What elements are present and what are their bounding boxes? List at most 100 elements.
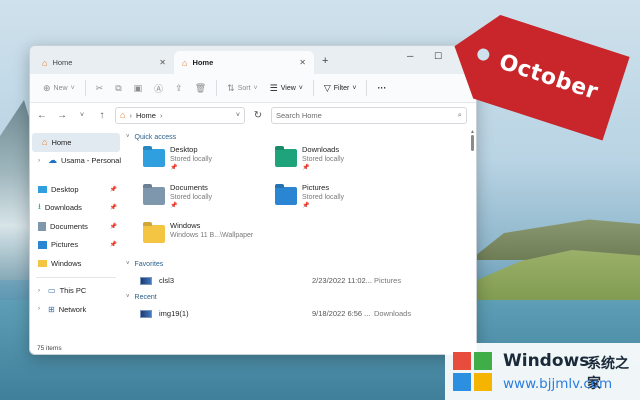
- chevron-down-icon[interactable]: ˅: [126, 294, 130, 300]
- sidebar-item-home[interactable]: ⌂ Home: [32, 133, 120, 152]
- windows-logo-icon: [453, 352, 493, 392]
- back-button[interactable]: ←: [35, 110, 49, 121]
- new-button[interactable]: ⊕ New ˅: [38, 78, 80, 98]
- breadcrumb-home[interactable]: Home: [136, 111, 156, 120]
- up-button[interactable]: ↑: [95, 110, 109, 121]
- chevron-down-icon: ˅: [253, 84, 258, 92]
- paste-button[interactable]: ▣: [129, 78, 148, 98]
- tab-label: Home: [52, 58, 73, 67]
- minimize-button[interactable]: ─: [407, 51, 413, 61]
- tag-hole: [476, 47, 491, 62]
- content-pane: ˅ Quick access Desktop Stored locally 📌 …: [122, 129, 476, 344]
- delete-button[interactable]: 🗑: [190, 78, 211, 98]
- pin-icon: 📌: [109, 186, 117, 193]
- file-row[interactable]: clsl3 2/23/2022 11:02... Pictures: [126, 272, 476, 289]
- home-icon: ⌂: [42, 137, 48, 148]
- plus-circle-icon: ⊕: [43, 82, 51, 93]
- image-thumbnail-icon: [140, 309, 152, 318]
- address-bar-row: ← → ˅ ↑ ⌂ › Home › ˅ ↻ Search Home ⌕: [30, 103, 476, 127]
- scissors-icon: ✂: [95, 82, 104, 93]
- pin-icon: 📌: [302, 165, 310, 171]
- sidebar-item-onedrive[interactable]: › ☁ Usama - Personal: [30, 152, 122, 171]
- tab-label: Home: [192, 58, 214, 67]
- refresh-button[interactable]: ↻: [251, 110, 265, 121]
- filter-button[interactable]: ▽ Filter ˅: [319, 78, 362, 98]
- pin-icon: 📌: [109, 242, 117, 249]
- history-dropdown-button[interactable]: ˅: [75, 112, 89, 119]
- share-icon: ⇪: [175, 82, 183, 93]
- navigation-pane: ⌂ Home › ☁ Usama - Personal Desktop 📌 ⭳ …: [30, 129, 122, 344]
- rename-icon: Ⓐ: [154, 83, 164, 94]
- breadcrumb-separator: ›: [129, 110, 132, 120]
- chevron-down-icon[interactable]: ˅: [126, 134, 130, 140]
- sidebar-item-downloads[interactable]: ⭳ Downloads 📌: [30, 199, 122, 218]
- copy-icon: ⧉: [115, 82, 122, 93]
- sort-button[interactable]: ⇅ Sort ˅: [222, 78, 262, 98]
- breadcrumb-separator: ›: [159, 110, 163, 120]
- section-header-quick-access[interactable]: ˅ Quick access: [126, 129, 476, 145]
- pin-icon: 📌: [109, 223, 117, 230]
- chevron-down-icon[interactable]: ˅: [236, 112, 240, 119]
- sidebar-item-pictures[interactable]: Pictures 📌: [30, 236, 122, 255]
- quick-access-item-pictures[interactable]: Pictures Stored locally 📌: [275, 183, 407, 218]
- sidebar-item-this-pc[interactable]: › ▭ This PC: [30, 282, 122, 301]
- filter-icon: ▽: [323, 82, 331, 93]
- quick-access-item-windows[interactable]: Windows Windows 11 B...\Wallpaper: [143, 221, 275, 256]
- chevron-right-icon[interactable]: ›: [38, 158, 44, 164]
- tab-home-1[interactable]: ⌂ Home ✕: [34, 51, 174, 74]
- home-icon: ⌂: [120, 110, 126, 120]
- clipboard-icon: ▣: [133, 82, 143, 93]
- title-bar: ⌂ Home ✕ ⌂ Home ✕ + ─ ☐: [30, 46, 476, 74]
- pin-icon: 📌: [170, 165, 178, 171]
- documents-icon: [38, 221, 46, 231]
- search-input[interactable]: Search Home: [276, 111, 322, 120]
- sidebar-item-documents[interactable]: Documents 📌: [30, 217, 122, 236]
- tag-text: October: [496, 49, 602, 105]
- maximize-button[interactable]: ☐: [434, 51, 442, 62]
- home-icon: ⌂: [182, 57, 188, 68]
- explorer-body: ⌂ Home › ☁ Usama - Personal Desktop 📌 ⭳ …: [30, 129, 476, 344]
- chevron-down-icon: ˅: [352, 84, 357, 92]
- folder-icon: [38, 259, 47, 267]
- share-button[interactable]: ⇪: [170, 78, 188, 98]
- file-row[interactable]: img19(1) 9/18/2022 6:56 ... Downloads: [126, 305, 476, 322]
- search-icon: ⌕: [457, 110, 462, 119]
- close-tab-icon[interactable]: ✕: [299, 58, 306, 67]
- chevron-right-icon[interactable]: ›: [38, 306, 44, 312]
- site-watermark-logo: Windows 系统之家 www.bjjmlv.com: [445, 343, 640, 400]
- view-button[interactable]: ☰ View ˅: [265, 78, 308, 98]
- copy-button[interactable]: ⧉: [110, 78, 126, 98]
- quick-access-item-documents[interactable]: Documents Stored locally 📌: [143, 183, 275, 218]
- section-header-favorites[interactable]: ˅ Favorites: [126, 256, 476, 272]
- chevron-down-icon: ˅: [298, 84, 303, 92]
- new-tab-button[interactable]: +: [322, 55, 328, 67]
- forward-button[interactable]: →: [55, 110, 69, 121]
- chevron-down-icon[interactable]: ˅: [126, 261, 130, 267]
- search-box[interactable]: Search Home ⌕: [271, 106, 467, 124]
- chevron-right-icon[interactable]: ›: [38, 288, 44, 294]
- desktop-folder-icon: [38, 185, 47, 193]
- desktop-folder-icon: [143, 149, 165, 167]
- more-options-button[interactable]: ···: [372, 78, 391, 98]
- toolbar-divider: [84, 80, 86, 96]
- section-header-recent[interactable]: ˅ Recent: [126, 289, 476, 305]
- sidebar-divider: [36, 276, 116, 278]
- logo-title: Windows: [503, 351, 590, 371]
- documents-folder-icon: [143, 187, 165, 205]
- address-bar[interactable]: ⌂ › Home › ˅: [115, 106, 245, 124]
- home-icon: ⌂: [42, 57, 48, 68]
- cloud-icon: ☁: [48, 155, 57, 166]
- image-thumbnail-icon: [140, 276, 152, 285]
- sidebar-item-windows[interactable]: Windows: [30, 254, 122, 273]
- toolbar-divider: [366, 80, 368, 96]
- quick-access-item-downloads[interactable]: Downloads Stored locally 📌: [275, 145, 407, 180]
- close-tab-icon[interactable]: ✕: [159, 58, 166, 67]
- trash-icon: 🗑: [194, 82, 207, 93]
- quick-access-item-desktop[interactable]: Desktop Stored locally 📌: [143, 145, 275, 180]
- sidebar-item-desktop[interactable]: Desktop 📌: [30, 180, 122, 199]
- tab-home-2[interactable]: ⌂ Home ✕: [174, 51, 314, 74]
- vertical-scrollbar[interactable]: [471, 135, 474, 151]
- sidebar-item-network[interactable]: › ⊞ Network: [30, 300, 122, 319]
- rename-button[interactable]: Ⓐ: [149, 78, 168, 98]
- cut-button[interactable]: ✂: [91, 78, 109, 98]
